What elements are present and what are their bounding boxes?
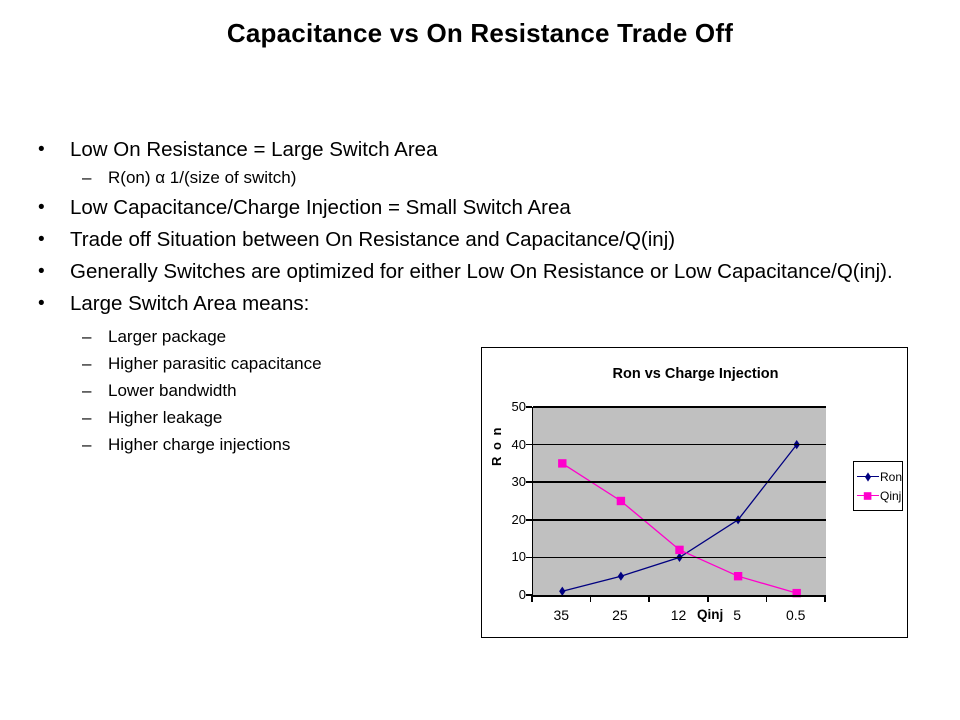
chart-data-point — [616, 496, 626, 506]
chart-y-tick-label: 10 — [511, 549, 526, 565]
bullet-item: • Low Capacitance/Charge Injection = Smal… — [30, 194, 910, 222]
bullet-text: R(on) α 1/(size of switch) — [108, 168, 297, 187]
chart-y-tick — [526, 443, 532, 446]
chart-gridline — [533, 406, 826, 408]
chart-y-tick — [526, 406, 532, 408]
chart-data-point — [558, 459, 567, 468]
legend-marker-icon — [857, 490, 879, 502]
bullet-item: • Large Switch Area means: — [30, 290, 910, 318]
chart-x-tick — [765, 595, 768, 602]
bullet-marker-icon: – — [82, 435, 92, 454]
bullet-text: Higher parasitic capacitance — [108, 354, 322, 373]
chart-x-axis-line — [532, 595, 825, 597]
chart-gridline — [533, 519, 826, 521]
chart-x-tick — [531, 595, 533, 602]
chart-y-tick-label: 30 — [511, 474, 526, 490]
chart-y-axis-labels: 50 40 30 20 10 0 — [492, 348, 526, 639]
chart-y-tick — [526, 556, 532, 559]
bullet-text: Large Switch Area means: — [70, 292, 310, 315]
chart-x-axis-title: Qinj — [697, 607, 724, 622]
chart-title: Ron vs Charge Injection — [612, 366, 779, 382]
legend-item-qinj: Qinj — [857, 486, 902, 505]
bullet-text: Low On Resistance = Large Switch Area — [70, 138, 438, 161]
bullet-item: • Low On Resistance = Large Switch Area — [30, 136, 910, 164]
chart-x-tick-label: 0.5 — [785, 607, 806, 623]
chart-gridline — [533, 443, 826, 446]
bullet-text: Lower bandwidth — [108, 381, 237, 400]
bullet-marker-icon: • — [38, 229, 45, 250]
chart-y-tick-label: 40 — [511, 436, 526, 452]
chart-y-tick — [526, 481, 532, 483]
bullet-item: • Trade off Situation between On Resistan… — [30, 226, 910, 254]
chart-data-point — [617, 571, 625, 581]
chart-series-layer — [558, 440, 801, 598]
sub-bullet-item: – R(on) α 1/(size of switch) — [30, 165, 910, 191]
chart-x-tick — [707, 595, 709, 602]
legend-marker-icon — [857, 471, 879, 483]
chart-x-tick — [824, 595, 826, 602]
bullet-text: Higher leakage — [108, 408, 223, 427]
chart-plot-area — [532, 406, 826, 598]
bullet-marker-icon: – — [82, 381, 92, 400]
bullet-text: Generally Switches are optimized for eit… — [70, 260, 893, 283]
legend-label: Ron — [880, 469, 903, 484]
chart-y-tick-label: 20 — [511, 511, 526, 527]
bullet-text: Higher charge injections — [108, 435, 291, 454]
bullet-marker-icon: – — [82, 354, 92, 373]
bullet-marker-icon: • — [38, 261, 45, 282]
bullet-text: Low Capacitance/Charge Injection = Small… — [70, 196, 571, 219]
chart-y-tick — [526, 519, 532, 521]
bullet-marker-icon: • — [38, 139, 45, 160]
legend-label: Qinj — [880, 488, 902, 503]
chart-x-tick-label: 25 — [612, 607, 628, 623]
bullet-text: Larger package — [108, 327, 227, 346]
chart-y-tick-label: 0 — [518, 587, 526, 602]
chart-legend: Ron Qinj — [853, 461, 903, 511]
chart-series-line-ron — [562, 444, 798, 592]
chart-data-point — [675, 545, 684, 555]
legend-item-ron: Ron — [857, 467, 902, 486]
bullet-marker-icon: • — [38, 293, 45, 314]
bullet-item: • Generally Switches are optimized for ei… — [30, 258, 910, 286]
chart-x-tick — [589, 595, 592, 602]
bullet-marker-icon: • — [38, 197, 45, 218]
chart-x-tick-label: 35 — [553, 607, 570, 623]
chart-x-tick — [648, 595, 650, 602]
chart-x-tick-label: 12 — [670, 607, 687, 623]
chart-gridline — [533, 481, 826, 483]
bullet-marker-icon: – — [82, 327, 92, 346]
chart-container: Ron vs Charge Injection R o n 50 40 30 20 10… — [481, 347, 908, 638]
bullet-marker-icon: – — [82, 408, 92, 427]
chart-data-point — [733, 572, 743, 581]
chart-y-tick-label: 50 — [511, 399, 526, 414]
chart-gridline — [533, 556, 826, 559]
page-title: Capacitance vs On Resistance Trade Off — [226, 18, 734, 48]
bullet-marker-icon: – — [82, 168, 92, 187]
bullet-text: Trade off Situation between On Resistanc… — [70, 228, 676, 251]
